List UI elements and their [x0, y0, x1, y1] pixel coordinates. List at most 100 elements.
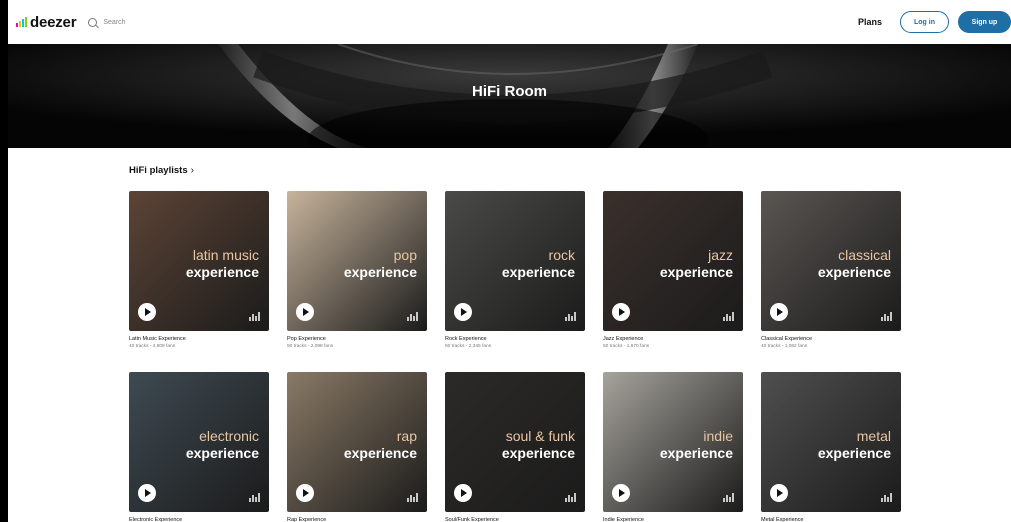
playlist-title[interactable]: Pop Experience	[287, 336, 427, 342]
playlist-title[interactable]: Rap Experience	[287, 517, 427, 522]
play-icon[interactable]	[770, 484, 788, 502]
playlist-card[interactable]: rap experience Rap Experience	[287, 372, 427, 522]
playlist-card[interactable]: metal experience Metal Experience	[761, 372, 901, 522]
play-icon[interactable]	[454, 484, 472, 502]
cover-experience: experience	[343, 445, 417, 461]
playlist-meta: 50 tracks - 2,098 fans	[287, 344, 334, 349]
equalizer-icon	[723, 493, 734, 502]
section-title-text: HiFi playlists	[129, 165, 188, 176]
playlist-title[interactable]: Jazz Experience	[603, 336, 743, 342]
play-icon[interactable]	[454, 303, 472, 321]
play-icon[interactable]	[770, 303, 788, 321]
playlist-card[interactable]: rock experience Rock Experience 50 track…	[445, 191, 585, 349]
playlist-title[interactable]: Latin Music Experience	[129, 336, 269, 342]
cover-label: pop experience	[344, 247, 417, 281]
equalizer-icon	[881, 312, 892, 321]
cover-label: classical experience	[818, 247, 891, 281]
cover-experience: experience	[817, 264, 891, 280]
header-right-nav: Plans Log in Sign up	[858, 0, 1011, 44]
play-icon[interactable]	[296, 303, 314, 321]
hero-title: HiFi Room	[472, 83, 547, 100]
playlist-title[interactable]: Rock Experience	[445, 336, 585, 342]
playlist-card[interactable]: latin music experience Latin Music Exper…	[129, 191, 269, 349]
equalizer-icon	[249, 312, 260, 321]
playlist-title[interactable]: Electronic Experience	[129, 517, 269, 522]
playlist-title[interactable]: Indie Experience	[603, 517, 743, 522]
cover-genre: latin music	[192, 247, 259, 263]
cover-label: electronic experience	[186, 428, 259, 462]
cover-genre: metal	[856, 428, 891, 444]
playlist-card[interactable]: pop experience Pop Experience 50 tracks …	[287, 191, 427, 349]
page: deezer Search Plans Log in Sign up HiFi …	[8, 0, 1011, 522]
cover-genre: jazz	[708, 247, 733, 263]
equalizer-icon	[723, 312, 734, 321]
play-icon[interactable]	[612, 303, 630, 321]
play-icon[interactable]	[612, 484, 630, 502]
cover-label: latin music experience	[186, 247, 259, 281]
deezer-logo[interactable]: deezer	[16, 13, 77, 31]
cover-label: metal experience	[818, 428, 891, 462]
playlist-cover[interactable]: metal experience	[761, 372, 901, 512]
chevron-right-icon: ›	[190, 165, 194, 176]
playlist-cover[interactable]: rap experience	[287, 372, 427, 512]
cover-label: jazz experience	[660, 247, 733, 281]
playlist-cover[interactable]: classical experience	[761, 191, 901, 331]
cover-genre: rap	[396, 428, 417, 444]
play-icon[interactable]	[296, 484, 314, 502]
cover-genre: indie	[703, 428, 733, 444]
cover-experience: experience	[185, 445, 259, 461]
equalizer-icon	[565, 312, 576, 321]
hero-banner: HiFi Room	[8, 44, 1011, 148]
playlist-card[interactable]: soul & funk experience Soul/Funk Experie…	[445, 372, 585, 522]
cover-label: rock experience	[502, 247, 575, 281]
playlist-title[interactable]: Soul/Funk Experience	[445, 517, 585, 522]
equalizer-icon	[565, 493, 576, 502]
playlist-card[interactable]: electronic experience Electronic Experie…	[129, 372, 269, 522]
equalizer-icon	[407, 493, 418, 502]
signup-button[interactable]: Sign up	[958, 11, 1011, 33]
playlist-card[interactable]: indie experience Indie Experience	[603, 372, 743, 522]
playlist-meta: 40 tracks - 1,082 fans	[761, 344, 808, 349]
playlist-cover[interactable]: soul & funk experience	[445, 372, 585, 512]
playlist-cover[interactable]: jazz experience	[603, 191, 743, 331]
playlist-meta: 50 tracks - 2,345 fans	[445, 344, 492, 349]
top-bar: deezer Search Plans Log in Sign up	[8, 0, 1011, 44]
plans-link[interactable]: Plans	[858, 17, 882, 27]
equalizer-icon	[407, 312, 418, 321]
playlist-title[interactable]: Classical Experience	[761, 336, 901, 342]
playlist-meta: 50 tracks - 1,670 fans	[603, 344, 650, 349]
play-icon[interactable]	[138, 484, 156, 502]
cover-genre: electronic	[199, 428, 259, 444]
search-placeholder: Search	[103, 18, 126, 26]
cover-label: indie experience	[660, 428, 733, 462]
logo-bars-icon	[16, 17, 27, 27]
playlist-card[interactable]: jazz experience Jazz Experience 50 track…	[603, 191, 743, 349]
cover-experience: experience	[817, 445, 891, 461]
playlist-cover[interactable]: electronic experience	[129, 372, 269, 512]
cover-genre: classical	[838, 247, 891, 263]
cover-experience: experience	[185, 264, 259, 280]
cover-label: rap experience	[344, 428, 417, 462]
cover-experience: experience	[343, 264, 417, 280]
search-icon	[88, 17, 98, 27]
search-box[interactable]: Search	[88, 17, 126, 27]
cover-experience: experience	[501, 445, 575, 461]
equalizer-icon	[249, 493, 260, 502]
login-button[interactable]: Log in	[900, 11, 949, 33]
playlist-title[interactable]: Metal Experience	[761, 517, 901, 522]
playlist-card[interactable]: classical experience Classical Experienc…	[761, 191, 901, 349]
playlist-cover[interactable]: indie experience	[603, 372, 743, 512]
cover-experience: experience	[501, 264, 575, 280]
play-icon[interactable]	[138, 303, 156, 321]
equalizer-icon	[881, 493, 892, 502]
cover-experience: experience	[659, 445, 733, 461]
cover-genre: soul & funk	[505, 428, 575, 444]
cover-experience: experience	[659, 264, 733, 280]
cover-genre: pop	[393, 247, 417, 263]
playlist-cover[interactable]: pop experience	[287, 191, 427, 331]
section-title[interactable]: HiFi playlists ›	[129, 165, 194, 176]
cover-label: soul & funk experience	[502, 428, 575, 462]
playlist-cover[interactable]: latin music experience	[129, 191, 269, 331]
logo-text: deezer	[30, 13, 77, 31]
playlist-cover[interactable]: rock experience	[445, 191, 585, 331]
